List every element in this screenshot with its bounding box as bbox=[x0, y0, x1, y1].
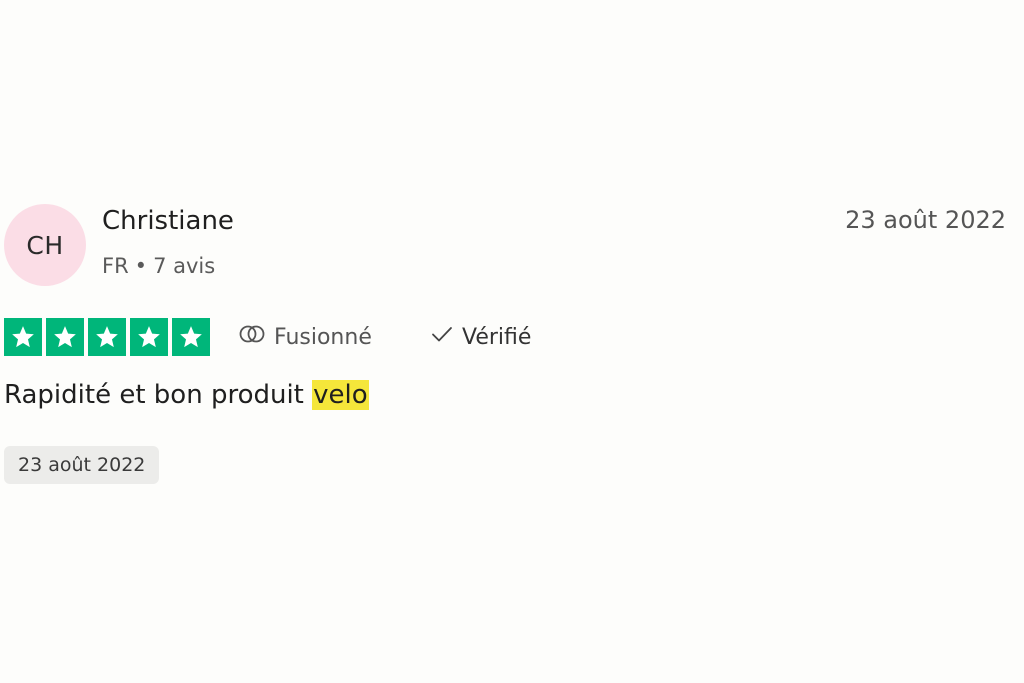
reviewer-meta: FR • 7 avis bbox=[102, 254, 215, 278]
experience-date: 23 août 2022 bbox=[18, 454, 146, 476]
review-card: CH Christiane FR • 7 avis 23 août 2022 Fus… bbox=[0, 0, 1024, 683]
verified-label: Vérifié bbox=[462, 324, 532, 350]
review-text-highlight: velo bbox=[312, 380, 369, 410]
star-icon bbox=[88, 318, 126, 356]
star-icon bbox=[46, 318, 84, 356]
merge-circles-icon bbox=[238, 324, 266, 350]
merged-label: Fusionné bbox=[274, 324, 372, 350]
experience-date-chip: 23 août 2022 bbox=[4, 446, 160, 484]
meta-separator: • bbox=[134, 254, 148, 278]
star-icon bbox=[172, 318, 210, 356]
reviewer-country: FR bbox=[102, 254, 129, 278]
reviewer-name[interactable]: Christiane bbox=[102, 206, 234, 236]
star-icon bbox=[130, 318, 168, 356]
review-text: Rapidité et bon produit velo bbox=[4, 380, 369, 410]
avatar-initials: CH bbox=[26, 230, 64, 260]
verified-badge[interactable]: Vérifié bbox=[430, 318, 531, 356]
merged-badge[interactable]: Fusionné bbox=[238, 318, 372, 356]
reviewer-review-count: 7 avis bbox=[153, 254, 216, 278]
star-rating bbox=[4, 318, 210, 356]
review-date: 23 août 2022 bbox=[845, 206, 1006, 234]
star-icon bbox=[4, 318, 42, 356]
review-text-main: Rapidité et bon produit bbox=[4, 380, 313, 410]
avatar[interactable]: CH bbox=[4, 204, 86, 286]
check-icon bbox=[430, 324, 454, 350]
